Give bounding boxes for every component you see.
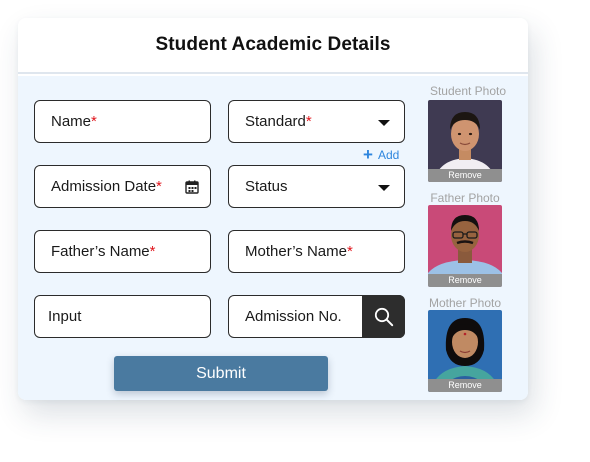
- mother-name-label: Mother’s Name: [245, 243, 347, 260]
- chevron-down-icon: [378, 185, 390, 191]
- mother-name-field[interactable]: Mother’s Name *: [228, 230, 405, 273]
- required-mark: *: [149, 243, 156, 260]
- admission-date-field[interactable]: Admission Date *: [34, 165, 211, 208]
- father-photo: Remove: [428, 205, 502, 287]
- standard-select[interactable]: Standard *: [228, 100, 405, 143]
- student-photo-label: Student Photo: [429, 84, 507, 98]
- admission-no-search-field[interactable]: Admission No.: [228, 295, 405, 338]
- father-name-label: Father’s Name: [51, 243, 150, 260]
- remove-mother-photo-button[interactable]: Remove: [428, 379, 502, 392]
- generic-input[interactable]: Input: [34, 295, 211, 338]
- status-label: Status: [245, 178, 288, 195]
- search-icon: [374, 307, 393, 326]
- remove-student-photo-button[interactable]: Remove: [428, 169, 502, 182]
- required-mark: *: [346, 243, 353, 260]
- standard-label: Standard: [245, 113, 306, 130]
- status-select[interactable]: Status: [228, 165, 405, 208]
- admission-no-placeholder: Admission No.: [245, 308, 342, 325]
- father-photo-label: Father Photo: [430, 191, 500, 205]
- input-placeholder: Input: [48, 308, 82, 325]
- card-header: Student Academic Details: [18, 18, 528, 74]
- add-label: Add: [377, 148, 400, 162]
- required-mark: *: [156, 178, 162, 195]
- search-button[interactable]: [362, 295, 405, 338]
- name-field[interactable]: Name *: [34, 100, 211, 143]
- father-name-field[interactable]: Father’s Name *: [34, 230, 211, 273]
- mother-photo-label: Mother Photo: [428, 296, 502, 310]
- calendar-icon[interactable]: [185, 180, 199, 194]
- plus-icon: +: [363, 145, 373, 164]
- add-standard-link[interactable]: + Add: [363, 145, 400, 164]
- page-title: Student Academic Details: [155, 34, 391, 55]
- submit-button[interactable]: Submit: [114, 356, 328, 391]
- chevron-down-icon: [378, 120, 390, 126]
- student-photo: Remove: [428, 100, 502, 182]
- name-label: Name: [51, 113, 92, 130]
- admission-date-label: Admission Date: [51, 178, 157, 195]
- mother-photo: Remove: [428, 310, 502, 392]
- required-mark: *: [305, 113, 312, 130]
- required-mark: *: [91, 113, 97, 130]
- remove-father-photo-button[interactable]: Remove: [428, 274, 502, 287]
